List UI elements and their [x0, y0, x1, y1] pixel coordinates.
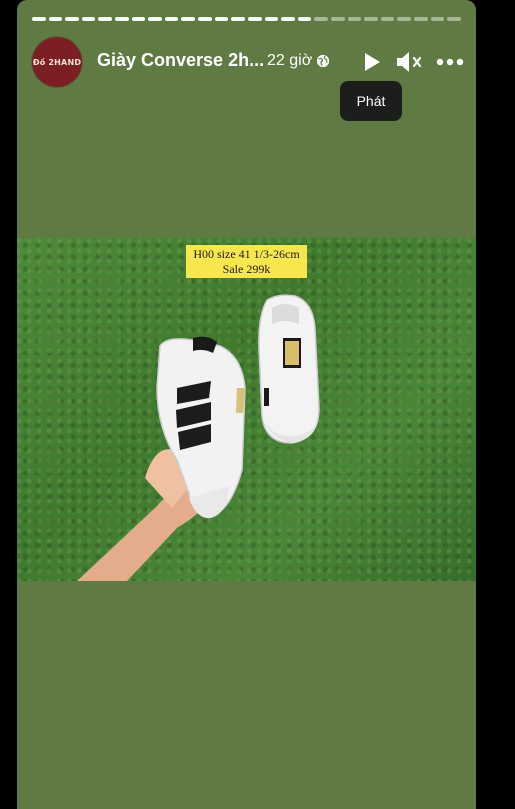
progress-segment [148, 17, 162, 21]
progress-segment [380, 17, 395, 21]
progress-segment [447, 17, 461, 21]
progress-segment [314, 17, 328, 21]
progress-segment [430, 17, 445, 21]
progress-segment [297, 17, 312, 21]
progress-segment [330, 17, 345, 21]
story-progress-bar [32, 17, 461, 21]
price-tag: H00 size 41 1/3-26cm Sale 299k [186, 245, 307, 278]
more-icon [436, 58, 464, 66]
progress-segment [264, 17, 279, 21]
story-timestamp: 22 giờ [267, 52, 330, 70]
progress-segment [115, 17, 129, 21]
sneakers-image [77, 294, 320, 581]
play-icon [365, 53, 380, 71]
progress-segment [347, 17, 362, 21]
progress-segment [247, 17, 262, 21]
progress-segment [214, 17, 229, 21]
author-avatar[interactable]: Đồ 2HAND [32, 37, 82, 87]
progress-segment [131, 17, 146, 21]
progress-segment [81, 17, 96, 21]
story-photo: H00 size 41 1/3-26cm Sale 299k [17, 238, 476, 581]
time-label: 22 giờ [267, 52, 313, 69]
progress-segment [231, 17, 245, 21]
avatar-logo-text: Đồ 2HAND [32, 57, 82, 67]
play-tooltip: Phát [340, 81, 402, 121]
progress-segment [164, 17, 179, 21]
progress-segment [65, 17, 79, 21]
mute-button[interactable] [395, 47, 425, 77]
progress-segment [48, 17, 63, 21]
progress-segment [32, 17, 46, 21]
progress-segment [198, 17, 212, 21]
progress-segment [414, 17, 428, 21]
speaker-muted-icon [397, 52, 422, 72]
progress-segment [364, 17, 378, 21]
more-options-button[interactable] [435, 47, 465, 77]
story-title[interactable]: Giày Converse 2h... [97, 50, 264, 71]
play-button[interactable] [357, 47, 387, 77]
globe-icon [317, 54, 330, 68]
progress-segment [98, 17, 113, 21]
progress-segment [181, 17, 196, 21]
story-viewer: Đồ 2HAND Giày Converse 2h... 22 giờ Phát [17, 0, 476, 809]
progress-segment [397, 17, 412, 21]
price-tag-sale: Sale 299k [222, 262, 271, 276]
price-tag-size: H00 size 41 1/3-26cm [193, 247, 300, 261]
progress-segment [281, 17, 295, 21]
